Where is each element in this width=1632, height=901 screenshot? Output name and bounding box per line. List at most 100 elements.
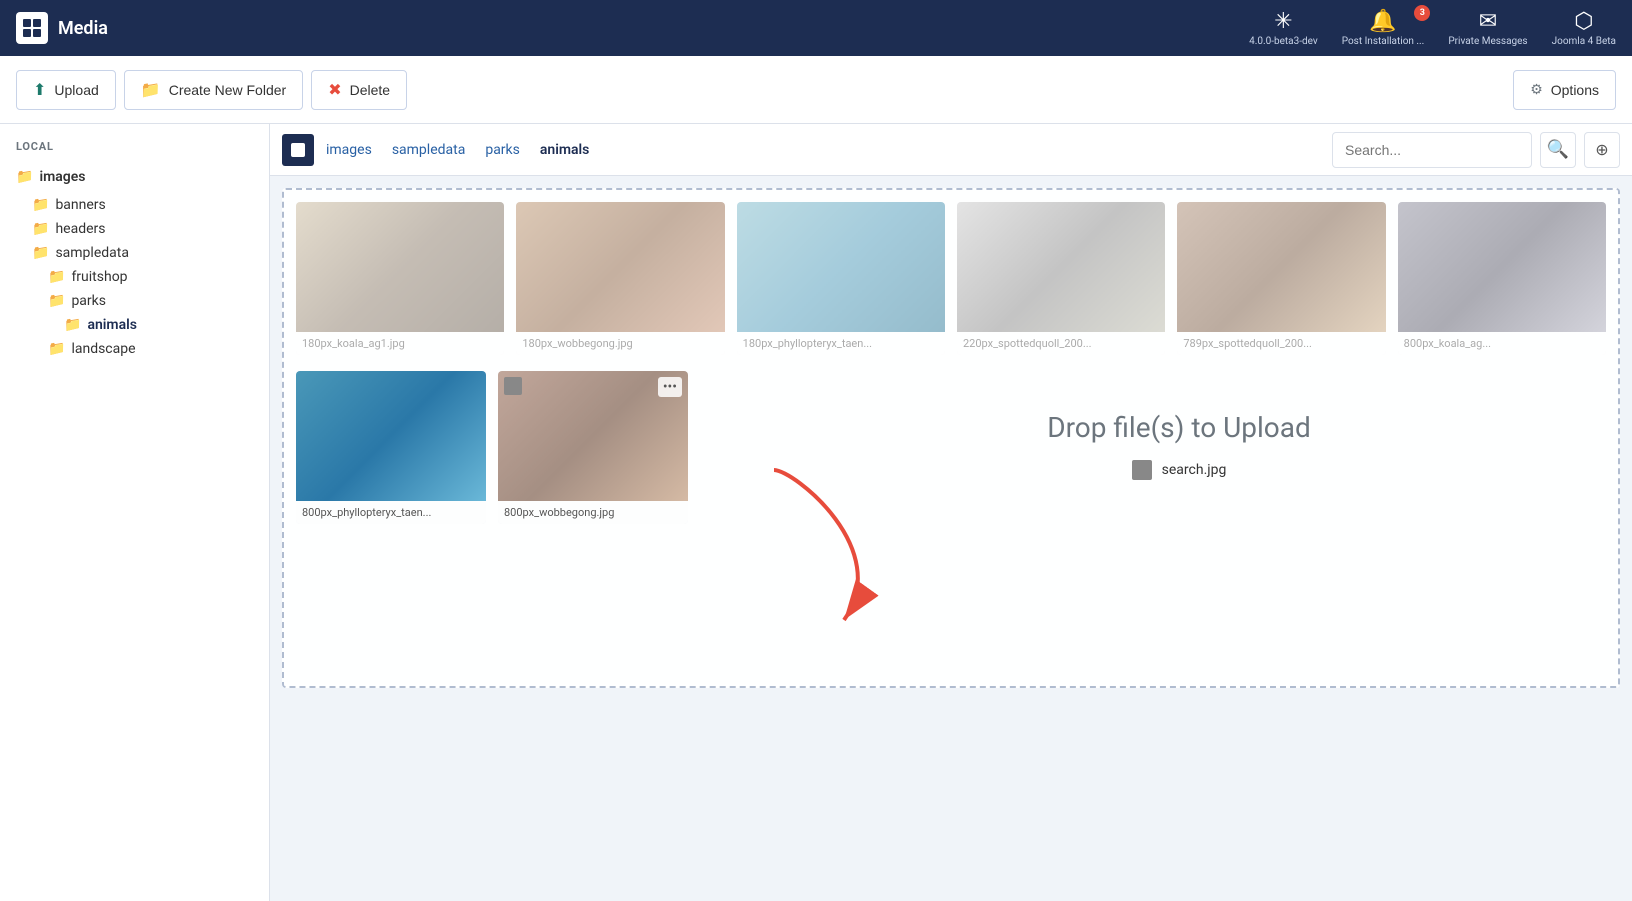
zoom-in-icon: ⊕ bbox=[1595, 140, 1608, 160]
joomla-icon-action[interactable]: ✳ 4.0.0-beta3-dev bbox=[1249, 9, 1318, 47]
upload-icon: ⬆ bbox=[33, 80, 46, 100]
media-thumbnail bbox=[737, 202, 945, 332]
media-filename: 800px_koala_ag... bbox=[1398, 332, 1606, 355]
tree-children-images: 📁 banners 📁 headers 📁 sampledata 📁 fruit… bbox=[32, 193, 253, 361]
joomla-icon: ✳ bbox=[1274, 9, 1292, 34]
folder-icon: 📁 bbox=[141, 80, 161, 100]
tab-bar: images sampledata parks animals 🔍 ⊕ bbox=[270, 124, 1632, 176]
breadcrumb-sampledata[interactable]: sampledata bbox=[384, 138, 474, 162]
create-folder-label: Create New Folder bbox=[169, 82, 287, 98]
tree-item-fruitshop[interactable]: 📁 fruitshop bbox=[48, 265, 253, 289]
media-grid-wrapper: 180px_koala_ag1.jpg 180px_wobbegong.jpg … bbox=[270, 176, 1632, 901]
folder-icon-headers: 📁 bbox=[32, 221, 49, 237]
breadcrumb-parks[interactable]: parks bbox=[477, 138, 528, 162]
tree-children-parks: 📁 animals bbox=[64, 313, 253, 337]
media-filename: 180px_koala_ag1.jpg bbox=[296, 332, 504, 355]
search-button[interactable]: 🔍 bbox=[1540, 132, 1576, 168]
brand: Media bbox=[16, 12, 108, 44]
tree-item-sampledata[interactable]: 📁 sampledata bbox=[32, 241, 253, 265]
media-item[interactable]: 180px_phyllopteryx_taen... bbox=[737, 202, 945, 355]
messages-label: Private Messages bbox=[1448, 36, 1527, 47]
tree-item-landscape[interactable]: 📁 landscape bbox=[48, 337, 253, 361]
media-thumbnail bbox=[516, 202, 724, 332]
queued-file-name: search.jpg bbox=[1162, 462, 1227, 478]
delete-button[interactable]: ✖ Delete bbox=[311, 70, 407, 110]
tree-item-headers[interactable]: 📁 headers bbox=[32, 217, 253, 241]
media-thumbnail bbox=[1177, 202, 1385, 332]
search-input[interactable] bbox=[1332, 132, 1532, 168]
media-item[interactable]: 220px_spottedquoll_200... bbox=[957, 202, 1165, 355]
beta-action[interactable]: ⬡ Joomla 4 Beta bbox=[1552, 9, 1616, 47]
notifications-badge: 3 bbox=[1414, 5, 1430, 21]
media-filename: 800px_wobbegong.jpg bbox=[498, 501, 688, 524]
drop-zone[interactable]: 180px_koala_ag1.jpg 180px_wobbegong.jpg … bbox=[282, 188, 1620, 688]
media-thumbnail bbox=[296, 371, 486, 501]
app-title: Media bbox=[58, 18, 108, 39]
media-checkbox[interactable] bbox=[504, 377, 522, 395]
upload-label: Upload bbox=[54, 82, 98, 98]
queued-file-icon bbox=[1132, 460, 1152, 480]
brand-icon bbox=[16, 12, 48, 44]
folder-icon-banners: 📁 bbox=[32, 197, 49, 213]
media-filename: 789px_spottedquoll_200... bbox=[1177, 332, 1385, 355]
media-item-selected[interactable]: ••• 800px_wobbegong.jpg bbox=[498, 371, 688, 524]
tree-label-headers: headers bbox=[55, 221, 105, 237]
upload-button[interactable]: ⬆ Upload bbox=[16, 70, 116, 110]
delete-label: Delete bbox=[350, 82, 390, 98]
external-icon: ⬡ bbox=[1574, 9, 1593, 34]
media-item[interactable]: 180px_wobbegong.jpg bbox=[516, 202, 724, 355]
home-icon bbox=[291, 143, 305, 157]
breadcrumb-animals[interactable]: animals bbox=[532, 138, 598, 162]
media-item-menu[interactable]: ••• bbox=[658, 377, 682, 397]
create-folder-button[interactable]: 📁 Create New Folder bbox=[124, 70, 303, 110]
search-icon: 🔍 bbox=[1547, 139, 1569, 160]
zoom-in-button[interactable]: ⊕ bbox=[1584, 132, 1620, 168]
folder-icon-animals: 📁 bbox=[64, 317, 81, 333]
tree-item-banners[interactable]: 📁 banners bbox=[32, 193, 253, 217]
notifications-action[interactable]: 🔔 3 Post Installation ... bbox=[1342, 9, 1425, 47]
tree-item-images[interactable]: 📁 images bbox=[16, 165, 253, 189]
drop-text-section: Drop file(s) to Upload search.jpg bbox=[712, 371, 1606, 520]
options-button[interactable]: ⚙ Options bbox=[1513, 70, 1616, 110]
folder-icon-fruitshop: 📁 bbox=[48, 269, 65, 285]
toolbar: ⬆ Upload 📁 Create New Folder ✖ Delete ⚙ … bbox=[0, 56, 1632, 124]
tree-label-banners: banners bbox=[55, 197, 105, 213]
folder-icon-images: 📁 bbox=[16, 169, 33, 185]
tree-label-images: images bbox=[39, 169, 85, 185]
media-filename: 180px_wobbegong.jpg bbox=[516, 332, 724, 355]
media-item[interactable]: 789px_spottedquoll_200... bbox=[1177, 202, 1385, 355]
bell-icon: 🔔 bbox=[1369, 9, 1396, 34]
media-item-controls bbox=[504, 377, 522, 395]
beta-label: Joomla 4 Beta bbox=[1552, 36, 1616, 47]
top-nav: Media ✳ 4.0.0-beta3-dev 🔔 3 Post Install… bbox=[0, 0, 1632, 56]
breadcrumb-images[interactable]: images bbox=[318, 138, 380, 162]
folder-icon-landscape: 📁 bbox=[48, 341, 65, 357]
queued-file: search.jpg bbox=[1132, 460, 1227, 480]
sidebar: LOCAL 📁 images 📁 banners 📁 headers 📁 sam… bbox=[0, 124, 270, 901]
second-row-items: 800px_phyllopteryx_taen... ••• 800px_wob… bbox=[296, 371, 688, 524]
content-area: images sampledata parks animals 🔍 ⊕ bbox=[270, 124, 1632, 901]
tree-label-sampledata: sampledata bbox=[55, 245, 129, 261]
tree-label-parks: parks bbox=[71, 293, 106, 309]
options-label: Options bbox=[1551, 82, 1599, 98]
drop-text-area: Drop file(s) to Upload search.jpg bbox=[752, 371, 1606, 520]
tree-label-fruitshop: fruitshop bbox=[71, 269, 127, 285]
notifications-label: Post Installation ... bbox=[1342, 36, 1425, 47]
tree-label-landscape: landscape bbox=[71, 341, 135, 357]
messages-action[interactable]: ✉ Private Messages bbox=[1448, 9, 1527, 47]
home-button[interactable] bbox=[282, 134, 314, 166]
folder-icon-parks: 📁 bbox=[48, 293, 65, 309]
media-filename: 220px_spottedquoll_200... bbox=[957, 332, 1165, 355]
tree-item-parks[interactable]: 📁 parks bbox=[48, 289, 253, 313]
tree-children-sampledata: 📁 fruitshop 📁 parks 📁 animals bbox=[48, 265, 253, 361]
joomla-version-label: 4.0.0-beta3-dev bbox=[1249, 36, 1318, 47]
media-filename: 180px_phyllopteryx_taen... bbox=[737, 332, 945, 355]
sidebar-section-title: LOCAL bbox=[16, 140, 253, 153]
media-thumbnail bbox=[1398, 202, 1606, 332]
drop-text: Drop file(s) to Upload bbox=[1047, 411, 1311, 444]
tree-item-animals[interactable]: 📁 animals bbox=[64, 313, 253, 337]
media-item[interactable]: 800px_phyllopteryx_taen... bbox=[296, 371, 486, 524]
media-item[interactable]: 180px_koala_ag1.jpg bbox=[296, 202, 504, 355]
media-item[interactable]: 800px_koala_ag... bbox=[1398, 202, 1606, 355]
file-tree: 📁 images 📁 banners 📁 headers 📁 sampledat… bbox=[16, 165, 253, 361]
